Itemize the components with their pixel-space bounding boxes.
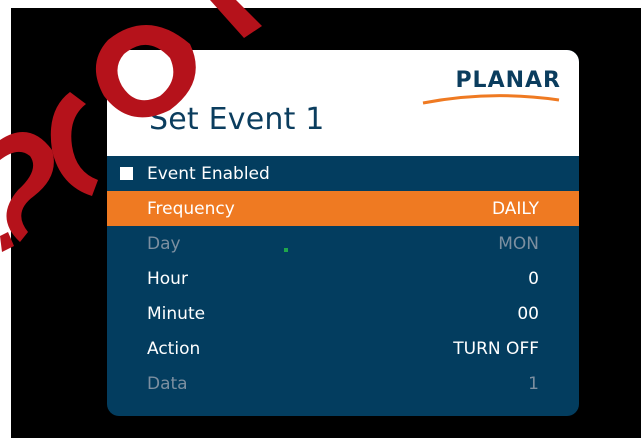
planar-logo: PLANAR [421,68,561,108]
osd-menu-panel: Set Event 1 PLANAR Event Enabled Frequen… [107,50,579,416]
action-value: TURN OFF [453,338,539,359]
event-enabled-label: Event Enabled [147,163,270,184]
menu-row-hour[interactable]: Hour 0 [107,261,579,296]
cursor-dot-icon [284,248,288,252]
menu-row-minute[interactable]: Minute 00 [107,296,579,331]
page-title: Set Event 1 [149,102,325,137]
data-value: 1 [528,373,539,394]
action-label: Action [147,338,201,359]
hour-value: 0 [528,268,539,289]
minute-label: Minute [147,303,206,324]
menu-row-data: Data 1 [107,366,579,401]
logo-text: PLANAR [455,68,561,93]
minute-value: 00 [517,303,539,324]
logo-swoosh-icon [422,94,560,105]
day-label: Day [147,233,181,254]
display-screen: Set Event 1 PLANAR Event Enabled Frequen… [11,8,641,438]
event-enabled-row[interactable]: Event Enabled [107,156,579,191]
panel-header: Set Event 1 PLANAR [107,50,579,156]
event-enabled-checkbox[interactable] [120,167,133,180]
day-value: MON [498,233,539,254]
menu-row-action[interactable]: Action TURN OFF [107,331,579,366]
hour-label: Hour [147,268,188,289]
menu-row-frequency[interactable]: Frequency DAILY [107,191,579,226]
frequency-value: DAILY [491,198,539,219]
menu-row-day: Day MON [107,226,579,261]
data-label: Data [147,373,188,394]
frequency-label: Frequency [147,198,235,219]
